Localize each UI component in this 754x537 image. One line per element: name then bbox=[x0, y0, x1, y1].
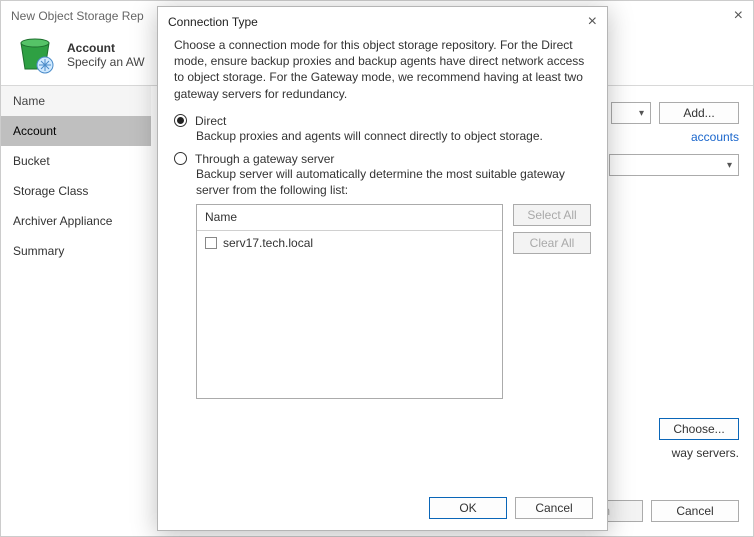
wizard-sidebar: Name Account Bucket Storage Class Archiv… bbox=[1, 85, 151, 500]
radio-direct[interactable]: Direct bbox=[174, 114, 591, 128]
dialog-footer: OK Cancel bbox=[158, 486, 607, 530]
sidebar-item-storage-class[interactable]: Storage Class bbox=[1, 176, 151, 206]
parent-window: New Object Storage Rep × Account Specify… bbox=[0, 0, 754, 537]
checkbox-icon[interactable] bbox=[205, 237, 217, 249]
manage-accounts-link[interactable]: accounts bbox=[691, 130, 739, 144]
radio-icon bbox=[174, 114, 187, 127]
chevron-down-icon: ▾ bbox=[639, 108, 644, 119]
parent-title: New Object Storage Rep bbox=[11, 1, 144, 31]
add-button[interactable]: Add... bbox=[659, 102, 739, 124]
credentials-combo[interactable]: ▾ bbox=[611, 102, 651, 124]
ok-button[interactable]: OK bbox=[429, 497, 507, 519]
gateway-list[interactable]: Name serv17.tech.local bbox=[196, 204, 503, 399]
list-item[interactable]: serv17.tech.local bbox=[197, 231, 502, 255]
parent-cancel-button[interactable]: Cancel bbox=[651, 500, 739, 522]
radio-icon bbox=[174, 152, 187, 165]
bucket-icon bbox=[15, 35, 55, 75]
clear-all-button: Clear All bbox=[513, 232, 591, 254]
radio-gateway-label: Through a gateway server bbox=[195, 152, 334, 166]
chevron-down-icon: ▾ bbox=[727, 160, 732, 171]
list-item-label: serv17.tech.local bbox=[223, 235, 313, 251]
gateway-list-header: Name bbox=[197, 205, 502, 230]
connection-type-dialog: Connection Type × Choose a connection mo… bbox=[157, 6, 608, 531]
choose-button[interactable]: Choose... bbox=[659, 418, 739, 440]
sidebar-item-name[interactable]: Name bbox=[1, 86, 151, 116]
radio-gateway-sub: Backup server will automatically determi… bbox=[196, 166, 591, 198]
wizard-step-title: Account bbox=[67, 41, 145, 55]
dialog-close-icon[interactable]: × bbox=[588, 13, 597, 31]
radio-direct-label: Direct bbox=[195, 114, 226, 128]
close-icon[interactable]: × bbox=[734, 1, 743, 31]
radio-direct-sub: Backup proxies and agents will connect d… bbox=[196, 128, 591, 144]
dialog-title: Connection Type bbox=[168, 15, 258, 29]
sidebar-item-bucket[interactable]: Bucket bbox=[1, 146, 151, 176]
sidebar-item-summary[interactable]: Summary bbox=[1, 236, 151, 266]
dialog-titlebar: Connection Type × bbox=[158, 7, 607, 37]
gateway-hint-text: way servers. bbox=[672, 446, 739, 460]
radio-gateway[interactable]: Through a gateway server bbox=[174, 152, 591, 166]
cancel-button[interactable]: Cancel bbox=[515, 497, 593, 519]
wizard-step-subtitle: Specify an AW bbox=[67, 55, 145, 69]
dialog-description: Choose a connection mode for this object… bbox=[174, 37, 591, 102]
select-all-button: Select All bbox=[513, 204, 591, 226]
sidebar-item-account[interactable]: Account bbox=[1, 116, 151, 146]
sidebar-item-archiver-appliance[interactable]: Archiver Appliance bbox=[1, 206, 151, 236]
region-combo[interactable]: ▾ bbox=[609, 154, 739, 176]
